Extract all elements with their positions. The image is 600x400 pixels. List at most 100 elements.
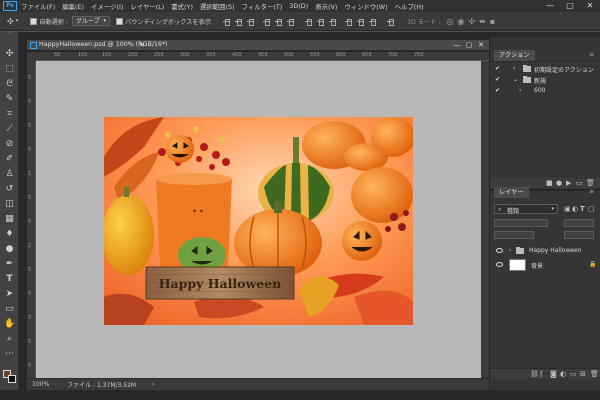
close-button[interactable]: ✕ — [580, 0, 600, 12]
filter-type-icon[interactable]: T — [580, 205, 585, 213]
auto-select-checkbox[interactable] — [30, 17, 38, 25]
quick-selection-tool-icon[interactable]: ✎ — [4, 94, 15, 105]
link-layers-icon[interactable]: ⛓ — [530, 370, 539, 378]
panel-grip-icon[interactable]: » — [4, 31, 15, 36]
tab-layers[interactable]: レイヤー — [494, 187, 529, 198]
filter-adjustment-icon[interactable]: ◐ — [572, 205, 578, 213]
eyedropper-tool-icon[interactable]: ⟋ — [4, 124, 15, 135]
crop-tool-icon[interactable]: ⌗ — [4, 109, 15, 120]
auto-select-target-dropdown[interactable]: グループ ▾ — [72, 16, 111, 26]
menu-layer[interactable]: レイヤー(L) — [130, 2, 164, 11]
adjustment-layer-icon[interactable]: ◐ — [560, 370, 566, 378]
menu-select[interactable]: 選択範囲(S) — [200, 2, 235, 11]
history-brush-tool-icon[interactable]: ↺ — [4, 184, 15, 195]
distribute-top-icon[interactable] — [305, 18, 313, 26]
layer-style-icon[interactable]: ƒ — [540, 370, 542, 378]
menu-window[interactable]: ウィンドウ(W) — [344, 2, 387, 11]
document-close-icon[interactable]: ✕ — [475, 40, 487, 51]
menu-file[interactable]: ファイル(F) — [21, 2, 55, 11]
blend-mode-dropdown[interactable] — [494, 219, 548, 227]
tab-actions[interactable]: アクション — [494, 50, 535, 61]
expand-arrow-icon[interactable]: › — [519, 87, 521, 94]
document-maximize-icon[interactable]: ▢ — [463, 40, 475, 51]
action-checkmark-icon[interactable]: ✔ — [495, 87, 500, 94]
clone-stamp-tool-icon[interactable]: ♙ — [4, 169, 15, 180]
pen-tool-icon[interactable]: ✒ — [4, 259, 15, 270]
lasso-tool-icon[interactable]: ᘓ — [4, 79, 15, 90]
ruler-origin[interactable] — [27, 52, 36, 61]
move-tool-icon[interactable]: ✣ — [7, 17, 14, 26]
background-color-swatch[interactable] — [8, 375, 16, 383]
fill-field[interactable] — [564, 231, 594, 239]
distribute-bottom-icon[interactable] — [329, 18, 337, 26]
action-checkmark-icon[interactable]: ✔ — [495, 65, 500, 72]
panel-menu-icon[interactable]: ≡ — [589, 51, 594, 58]
record-icon[interactable]: ● — [556, 179, 562, 187]
layer-filter-dropdown[interactable]: ⌕ 種類 ▾ — [494, 204, 558, 215]
dodge-tool-icon[interactable]: ● — [4, 244, 15, 255]
3d-roll-icon[interactable]: ◉ — [457, 17, 468, 26]
play-icon[interactable]: ▶ — [566, 179, 571, 187]
panel-collapse-strip[interactable] — [490, 32, 600, 38]
menu-3d[interactable]: 3D(D) — [289, 2, 308, 10]
marquee-tool-icon[interactable]: ⬚ — [4, 64, 15, 75]
lock-options[interactable] — [494, 231, 534, 239]
menu-view[interactable]: 表示(V) — [315, 2, 337, 11]
layer-row-group[interactable]: › Happy Halloween — [489, 246, 600, 256]
opacity-field[interactable] — [564, 219, 594, 227]
align-right-icon[interactable] — [287, 18, 295, 26]
visibility-eye-icon[interactable] — [496, 248, 503, 253]
expand-arrow-icon[interactable]: › — [509, 247, 511, 254]
tool-preset-chevron-icon[interactable]: ▾ — [16, 18, 19, 24]
menu-filter[interactable]: フィルター(T) — [242, 2, 283, 11]
action-set-row[interactable]: ✔ ⌄ 新規 — [489, 75, 600, 85]
delete-layer-icon[interactable]: 🗑 — [590, 370, 599, 378]
menu-image[interactable]: イメージ(I) — [91, 2, 123, 11]
3d-pan-icon[interactable]: ✣ — [468, 17, 479, 26]
show-bounding-box-checkbox[interactable] — [116, 17, 124, 25]
vertical-ruler[interactable]: 5 0 5 0 1 5 0 2 5 0 3 5 0 — [27, 61, 36, 378]
document-minimize-icon[interactable]: — — [451, 40, 463, 51]
3d-scale-icon[interactable]: ▪ — [490, 17, 499, 26]
delete-icon[interactable]: 🗑 — [586, 179, 595, 187]
visibility-eye-icon[interactable] — [496, 262, 503, 267]
gradient-tool-icon[interactable]: ▦ — [4, 214, 15, 225]
zoom-tool-icon[interactable]: ⌕ — [4, 334, 15, 345]
status-menu-icon[interactable]: › — [152, 381, 154, 388]
align-vertical-center-icon[interactable] — [235, 18, 243, 26]
distribute-vertical-center-icon[interactable] — [317, 18, 325, 26]
action-row[interactable]: ✔ › 600 — [489, 86, 600, 96]
layer-mask-icon[interactable]: ◙ — [550, 370, 557, 378]
expand-arrow-icon[interactable]: ⌄ — [513, 76, 518, 83]
hand-tool-icon[interactable]: ✋ — [4, 319, 15, 330]
distribute-horizontal-center-icon[interactable] — [357, 18, 365, 26]
align-horizontal-center-icon[interactable] — [275, 18, 283, 26]
path-selection-tool-icon[interactable]: ➤ — [4, 289, 15, 300]
rectangle-tool-icon[interactable]: ▭ — [4, 304, 15, 315]
menu-help[interactable]: ヘルプ(H) — [395, 2, 424, 11]
menu-edit[interactable]: 編集(E) — [62, 2, 84, 11]
3d-orbit-icon[interactable]: ◎ — [446, 17, 457, 26]
stop-icon[interactable]: ■ — [546, 179, 553, 187]
distribute-right-icon[interactable] — [369, 18, 377, 26]
new-layer-icon[interactable]: ⊞ — [580, 370, 586, 378]
brush-tool-icon[interactable]: ✐ — [4, 154, 15, 165]
blur-tool-icon[interactable]: ♦ — [4, 229, 15, 240]
document-canvas[interactable]: ✦ ✦ Happy Halloween — [104, 117, 413, 325]
document-tab-close-icon[interactable]: ✕ — [136, 40, 148, 51]
new-group-icon[interactable]: ▭ — [570, 370, 577, 378]
align-left-icon[interactable] — [263, 18, 271, 26]
align-bottom-icon[interactable] — [247, 18, 255, 26]
menu-type[interactable]: 書式(Y) — [171, 2, 193, 11]
action-checkmark-icon[interactable]: ✔ — [495, 76, 500, 83]
horizontal-ruler[interactable]: 50 100 150 200 250 300 350 400 450 500 5… — [36, 52, 489, 61]
maximize-button[interactable]: ▢ — [560, 0, 580, 12]
healing-brush-tool-icon[interactable]: ⊘ — [4, 139, 15, 150]
minimize-button[interactable]: — — [540, 0, 560, 12]
filter-shape-icon[interactable]: ▢ — [588, 205, 595, 213]
new-set-icon[interactable]: ▭ — [576, 179, 583, 187]
filter-pixel-icon[interactable]: ▣ — [564, 205, 571, 213]
zoom-level[interactable]: 100% — [32, 381, 49, 388]
expand-arrow-icon[interactable]: › — [513, 65, 515, 72]
eraser-tool-icon[interactable]: ◫ — [4, 199, 15, 210]
